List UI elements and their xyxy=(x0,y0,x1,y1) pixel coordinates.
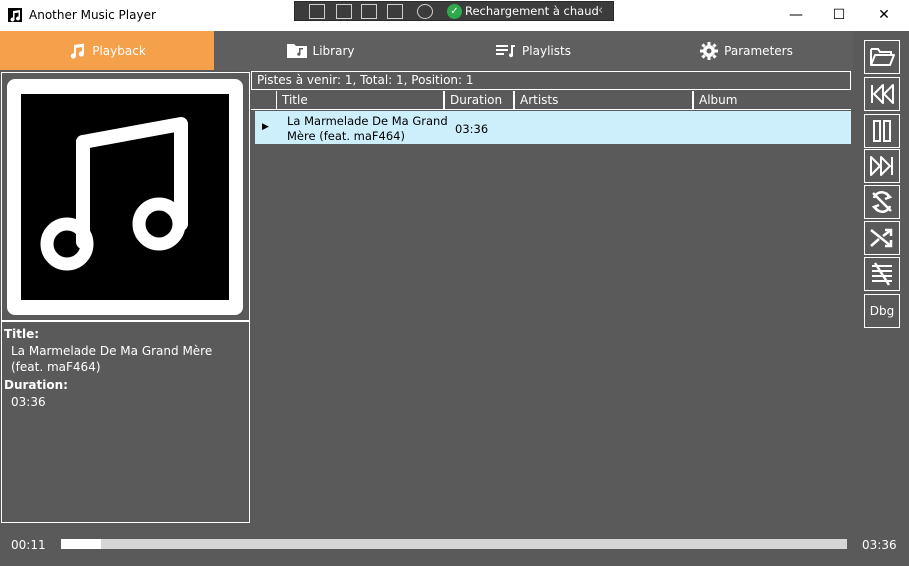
album-cover-placeholder xyxy=(21,94,229,300)
tab-label: Playback xyxy=(92,43,146,58)
main-tabs: Playback Library Playlists Parameters xyxy=(0,31,853,70)
track-info-panel: Title: La Marmelade De Ma Grand Mère (fe… xyxy=(1,321,250,523)
row-duration: 03:36 xyxy=(455,122,489,136)
previous-button[interactable] xyxy=(864,77,900,111)
progress-fill xyxy=(61,539,102,549)
debug-button[interactable]: Dbg xyxy=(864,294,900,328)
live-tree-icon[interactable] xyxy=(309,4,325,19)
elapsed-time: 00:11 xyxy=(11,538,46,552)
pause-button[interactable] xyxy=(864,114,900,148)
tab-library[interactable]: Library xyxy=(214,31,427,70)
row-title: La Marmelade De Ma Grand Mère (feat. maF… xyxy=(287,114,448,143)
app-music-icon xyxy=(8,8,22,22)
tab-parameters[interactable]: Parameters xyxy=(640,31,853,70)
window-title: Another Music Player xyxy=(29,8,156,22)
queue-status: Pistes à venir: 1, Total: 1, Position: 1 xyxy=(251,71,851,90)
repeat-off-icon xyxy=(871,191,893,213)
duration-value: 03:36 xyxy=(11,395,46,409)
devbar-collapse-icon[interactable]: ‹ xyxy=(598,3,603,18)
column-title[interactable]: Title xyxy=(276,91,444,110)
open-folder-icon xyxy=(870,48,895,66)
music-note-icon xyxy=(40,117,188,271)
accessibility-checker-icon[interactable] xyxy=(417,4,433,19)
select-element-icon[interactable] xyxy=(336,4,352,19)
xaml-dev-toolbar: ✓ Rechargement à chaud ‹ xyxy=(294,1,614,21)
tab-playlists[interactable]: Playlists xyxy=(427,31,640,70)
repeat-button[interactable] xyxy=(864,185,900,219)
title-label: Title: xyxy=(4,327,40,341)
folder-music-icon xyxy=(286,44,307,58)
shuffle-icon xyxy=(870,228,893,248)
minimize-button[interactable]: — xyxy=(786,6,806,24)
clear-queue-icon xyxy=(872,262,892,286)
progress-track[interactable] xyxy=(61,539,847,549)
pause-icon xyxy=(873,120,891,142)
open-folder-button[interactable] xyxy=(864,40,900,74)
previous-icon xyxy=(871,84,894,104)
next-button[interactable] xyxy=(864,149,900,183)
tab-playback[interactable]: Playback xyxy=(0,31,214,70)
queue-grid-header: Title Duration Artists Album xyxy=(251,91,851,110)
now-playing-marker-icon: ▶ xyxy=(262,122,269,132)
hot-reload-label[interactable]: Rechargement à chaud xyxy=(465,4,599,18)
display-layout-adorners-icon[interactable] xyxy=(361,4,377,19)
gear-icon xyxy=(700,41,719,60)
tab-label: Library xyxy=(312,43,355,58)
next-icon xyxy=(870,156,893,176)
tab-label: Parameters xyxy=(724,43,793,58)
maximize-button[interactable]: ☐ xyxy=(829,6,849,24)
track-focus-icon[interactable] xyxy=(387,4,403,19)
shuffle-button[interactable] xyxy=(864,221,900,255)
music-note-icon xyxy=(71,43,85,59)
total-time: 03:36 xyxy=(862,538,897,552)
column-album[interactable]: Album xyxy=(693,91,851,110)
close-button[interactable]: ✕ xyxy=(874,6,894,24)
column-artists[interactable]: Artists xyxy=(514,91,693,110)
tab-label: Playlists xyxy=(522,43,571,58)
clear-queue-button[interactable] xyxy=(864,257,900,291)
title-value: La Marmelade De Ma Grand Mère (feat. maF… xyxy=(11,344,213,374)
duration-label: Duration: xyxy=(4,378,68,392)
playlist-icon xyxy=(496,44,516,57)
hot-reload-ok-icon: ✓ xyxy=(447,4,462,19)
column-duration[interactable]: Duration xyxy=(444,91,514,110)
